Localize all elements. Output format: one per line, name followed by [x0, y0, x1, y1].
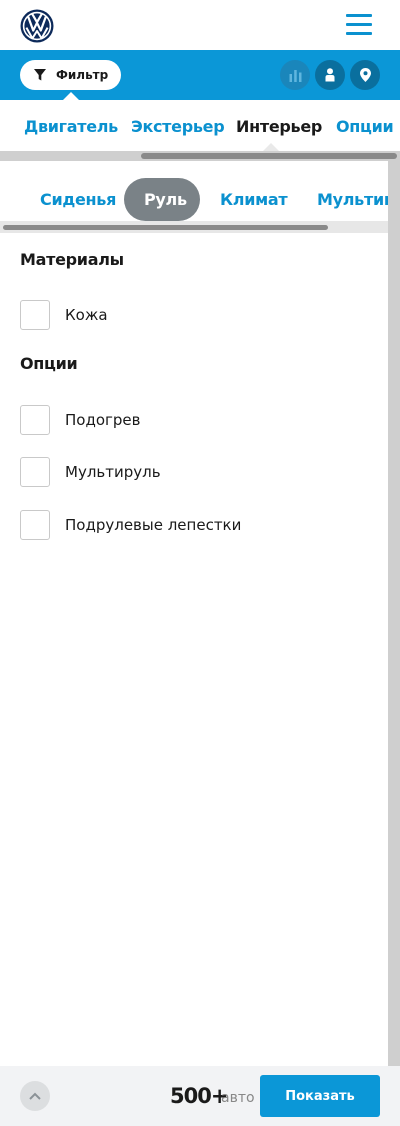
results-footer: 500+ авто Показать	[0, 1066, 400, 1126]
option-label: Подогрев	[65, 411, 141, 429]
tab-options[interactable]: Опции	[336, 117, 394, 136]
subtab-multimedia[interactable]: Мультимедиа	[317, 190, 388, 209]
location-pin-icon	[359, 68, 371, 82]
checkbox[interactable]	[20, 300, 50, 330]
category-tabs-scroll-thumb[interactable]	[141, 153, 397, 159]
option-leather[interactable]: Кожа	[20, 300, 108, 330]
checkbox[interactable]	[20, 510, 50, 540]
filter-button[interactable]: Фильтр	[20, 60, 121, 90]
subtab-steering[interactable]: Руль	[144, 190, 187, 209]
hamburger-menu-icon[interactable]	[346, 14, 372, 36]
option-label: Кожа	[65, 306, 108, 324]
checkbox[interactable]	[20, 405, 50, 435]
section-title-materials: Материалы	[20, 250, 124, 269]
filter-caret	[63, 92, 79, 100]
chevron-up-icon	[29, 1092, 41, 1100]
person-icon	[325, 68, 335, 82]
dealers-map-button[interactable]	[350, 60, 380, 90]
tab-exterior[interactable]: Экстерьер	[131, 117, 225, 136]
option-paddle-shifters[interactable]: Подрулевые лепестки	[20, 510, 241, 540]
filter-button-label: Фильтр	[56, 68, 109, 82]
filter-panel: Сиденья Руль Климат Мультимедиа Материал…	[0, 161, 388, 1066]
compare-button[interactable]	[280, 60, 310, 90]
option-multifunction-wheel[interactable]: Мультируль	[20, 457, 161, 487]
sub-tabs: Сиденья Руль Климат Мультимедиа	[0, 161, 388, 221]
option-heating[interactable]: Подогрев	[20, 405, 140, 435]
option-label: Мультируль	[65, 463, 161, 481]
tab-engine[interactable]: Двигатель	[24, 117, 118, 136]
panel-scrollbar[interactable]	[388, 161, 400, 1066]
subtab-seats[interactable]: Сиденья	[40, 190, 116, 209]
results-count: 500+	[170, 1084, 228, 1108]
show-results-button[interactable]: Показать	[260, 1075, 380, 1117]
vw-logo-icon[interactable]	[20, 9, 54, 43]
account-button[interactable]	[315, 60, 345, 90]
section-title-options: Опции	[20, 354, 78, 373]
sub-tabs-scroll-thumb[interactable]	[3, 225, 328, 230]
scroll-up-button[interactable]	[20, 1081, 50, 1111]
tab-interior[interactable]: Интерьер	[236, 117, 322, 136]
bar-chart-icon	[289, 69, 301, 82]
subtab-climate[interactable]: Климат	[220, 190, 288, 209]
funnel-icon	[34, 69, 46, 81]
filter-toolbar: Фильтр	[0, 50, 400, 100]
results-count-unit: авто	[221, 1090, 255, 1106]
app-header	[0, 0, 400, 50]
checkbox[interactable]	[20, 457, 50, 487]
category-tabs: Двигатель Экстерьер Интерьер Опции	[0, 100, 400, 152]
option-label: Подрулевые лепестки	[65, 516, 242, 534]
